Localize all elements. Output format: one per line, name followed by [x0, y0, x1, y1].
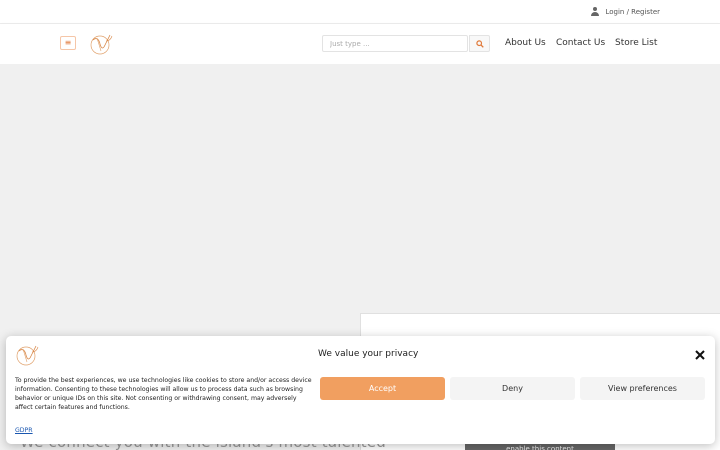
site-header: ≡	[0, 24, 720, 64]
nav-contact-us[interactable]: Contact Us	[556, 38, 605, 48]
search-button[interactable]	[469, 35, 490, 52]
deny-button[interactable]: Deny	[450, 377, 575, 400]
site-logo[interactable]	[88, 31, 114, 57]
login-register-label: Login / Register	[605, 7, 660, 16]
cookie-banner-title: We value your privacy	[318, 349, 419, 359]
view-preferences-button[interactable]: View preferences	[580, 377, 705, 400]
login-register-link[interactable]: Login / Register	[591, 7, 660, 16]
cookie-banner-logo	[16, 345, 39, 366]
gdpr-link[interactable]: GDPR	[15, 427, 33, 434]
nav-store-list[interactable]: Store List	[615, 38, 657, 48]
search-input[interactable]	[322, 35, 468, 52]
top-bar: Login / Register	[0, 0, 720, 24]
cookie-description: To provide the best experiences, we use …	[15, 377, 312, 411]
search-icon	[475, 39, 484, 48]
cookie-consent-banner: We value your privacy To provide the bes…	[6, 336, 715, 444]
user-icon	[591, 7, 600, 16]
menu-toggle-button[interactable]: ≡	[60, 36, 76, 50]
close-icon[interactable]	[694, 349, 706, 361]
hamburger-icon: ≡	[64, 38, 72, 47]
accept-button[interactable]: Accept	[320, 377, 445, 400]
nav-about-us[interactable]: About Us	[505, 38, 546, 48]
